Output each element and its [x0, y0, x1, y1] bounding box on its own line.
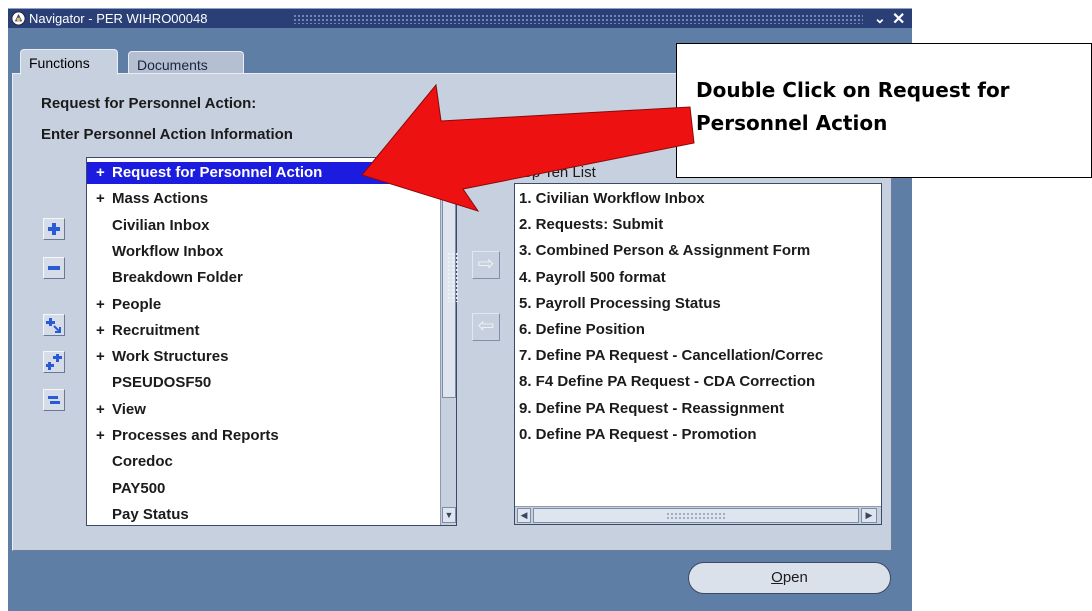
- top-ten-scroll-thumb[interactable]: [533, 508, 859, 523]
- header-line2: Enter Personnel Action Information: [41, 126, 293, 143]
- top-ten-item[interactable]: 9. Define PA Request - Reassignment: [519, 400, 784, 417]
- list-item-label: Pay Status: [112, 505, 189, 523]
- top-ten-item[interactable]: 2. Requests: Submit: [519, 216, 663, 233]
- list-item-label: Mass Actions: [112, 190, 209, 208]
- top-ten-horizontal-scrollbar[interactable]: ◀ ▶: [515, 506, 881, 524]
- list-item[interactable]: + Processes and Reports: [87, 425, 440, 447]
- left-arrow-icon: ⇦: [477, 315, 495, 337]
- expand-branch-icon: [46, 318, 61, 333]
- expand-plus-icon[interactable]: +: [96, 164, 105, 181]
- top-ten-item[interactable]: 8. F4 Define PA Request - CDA Correction: [519, 373, 815, 390]
- tab-functions-label: Functions: [29, 55, 90, 71]
- list-item-label: Civilian Inbox: [112, 216, 210, 234]
- list-item-label: Request for Personnel Action: [112, 164, 323, 181]
- list-item[interactable]: Civilian Inbox: [87, 215, 440, 237]
- open-mnemonic: O: [771, 569, 783, 586]
- close-icon[interactable]: ✕: [892, 9, 905, 29]
- title-bar-grip: [293, 14, 863, 24]
- top-ten-item[interactable]: 5. Payroll Processing Status: [519, 295, 721, 312]
- list-item[interactable]: Pay Status: [87, 504, 440, 525]
- top-ten-item[interactable]: 6. Define Position: [519, 321, 645, 338]
- list-item[interactable]: Coredoc: [87, 451, 440, 473]
- open-button[interactable]: Open: [688, 562, 891, 594]
- top-ten-list[interactable]: 1. Civilian Workflow Inbox 2. Requests: S…: [514, 183, 882, 525]
- list-item-label: Processes and Reports: [112, 427, 279, 444]
- right-arrow-icon: ⇨: [477, 253, 495, 275]
- top-ten-item[interactable]: 1. Civilian Workflow Inbox: [519, 190, 705, 207]
- top-ten-item[interactable]: 3. Combined Person & Assignment Form: [519, 242, 810, 259]
- collapse-all-button[interactable]: [43, 389, 65, 411]
- expand-all-icon: [46, 354, 62, 370]
- list-item[interactable]: + Mass Actions: [87, 188, 440, 210]
- tab-documents[interactable]: Documents: [128, 51, 244, 73]
- expand-plus-icon[interactable]: +: [96, 296, 105, 313]
- scroll-left-icon[interactable]: ◀: [517, 508, 531, 523]
- expand-plus-icon[interactable]: +: [96, 322, 105, 339]
- list-item[interactable]: PSEUDOSF50: [87, 372, 440, 394]
- list-item[interactable]: + Work Structures: [87, 346, 440, 368]
- expand-plus-icon[interactable]: +: [96, 190, 105, 207]
- open-label-rest: pen: [782, 569, 808, 586]
- list-item-label: PAY500: [112, 479, 166, 497]
- tab-documents-label: Documents: [137, 57, 208, 73]
- list-item-label: PSEUDOSF50: [112, 374, 212, 392]
- list-item-label: People: [112, 295, 162, 313]
- navigator-function-list[interactable]: + Request for Personnel Action + Mass Actio…: [86, 157, 457, 526]
- top-ten-item[interactable]: 0. Define PA Request - Promotion: [519, 426, 757, 443]
- header-line1: Request for Personnel Action:: [41, 95, 257, 112]
- list-item[interactable]: PAY500: [87, 478, 440, 500]
- title-bar[interactable]: Navigator - PER WIHRO00048 ⌄ ✕: [8, 8, 912, 28]
- list-item-label: Work Structures: [112, 348, 229, 366]
- top-ten-item[interactable]: 4. Payroll 500 format: [519, 269, 666, 286]
- list-item[interactable]: Breakdown Folder: [87, 267, 440, 289]
- list-item-label: Recruitment: [112, 321, 200, 339]
- expand-plus-icon[interactable]: +: [96, 427, 105, 444]
- instruction-callout: Double Click on Request for Personnel Ac…: [676, 43, 1092, 178]
- add-to-top-ten-button[interactable]: ⇨: [472, 251, 500, 279]
- list-item[interactable]: + Request for Personnel Action: [87, 162, 440, 184]
- collapse-button[interactable]: [43, 257, 65, 279]
- tab-functions[interactable]: Functions: [20, 49, 118, 75]
- oracle-app-icon: [11, 11, 26, 26]
- tree-vertical-scrollbar[interactable]: ▼: [440, 158, 456, 525]
- collapse-minus-icon: [48, 266, 60, 270]
- list-item[interactable]: + People: [87, 294, 440, 316]
- expand-button[interactable]: [43, 218, 65, 240]
- expand-plus-icon[interactable]: +: [96, 348, 105, 365]
- list-item-label: Breakdown Folder: [112, 269, 243, 287]
- expand-plus-icon[interactable]: +: [96, 401, 105, 418]
- scroll-right-icon[interactable]: ▶: [861, 508, 877, 523]
- expand-branch-button[interactable]: [43, 314, 65, 336]
- list-item[interactable]: + Recruitment: [87, 320, 440, 342]
- callout-text: Double Click on Request for Personnel Ac…: [696, 78, 1010, 135]
- expand-plus-icon: [48, 223, 60, 235]
- scroll-down-icon[interactable]: ▼: [442, 507, 456, 523]
- window-title: Navigator - PER WIHRO00048: [29, 11, 208, 26]
- minimize-icon[interactable]: ⌄: [874, 10, 886, 27]
- top-ten-item[interactable]: 7. Define PA Request - Cancellation/Corr…: [519, 347, 823, 364]
- expand-all-button[interactable]: [43, 351, 65, 373]
- splitter-handle[interactable]: [447, 252, 459, 302]
- list-item-label: View: [112, 400, 146, 418]
- list-item[interactable]: + View: [87, 399, 440, 421]
- list-item[interactable]: Workflow Inbox: [87, 241, 440, 263]
- list-item-label: Coredoc: [112, 453, 173, 471]
- remove-from-top-ten-button[interactable]: ⇦: [472, 313, 500, 341]
- list-item-label: Workflow Inbox: [112, 242, 224, 260]
- top-ten-label: Top Ten List: [516, 164, 596, 181]
- collapse-all-icon: [48, 396, 60, 404]
